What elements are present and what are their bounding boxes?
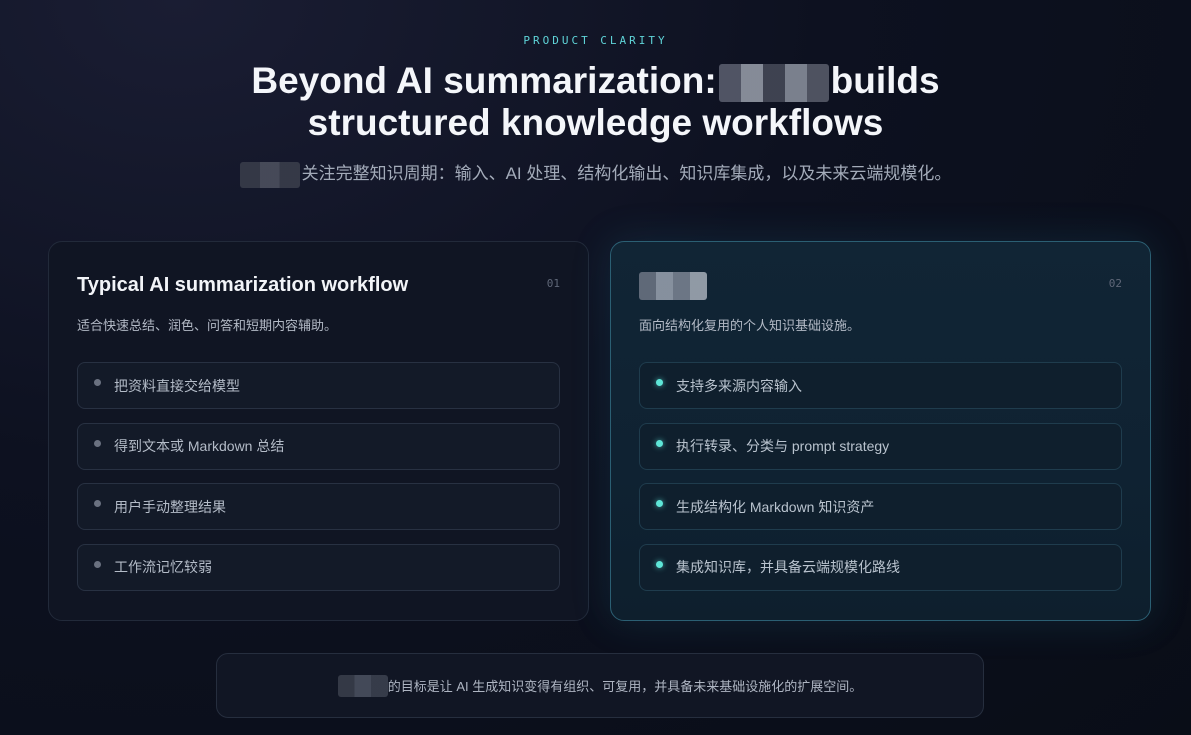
page-subtitle: 关注完整知识周期：输入、AI 处理、结构化输出、知识库集成，以及未来云端规模化。 [0, 159, 1191, 188]
card-description: 面向结构化复用的个人知识基础设施。 [639, 318, 861, 333]
redacted-product-name [337, 674, 388, 697]
card-number: 02 [1108, 277, 1122, 290]
title-line-2: structured knowledge workflows [307, 102, 884, 144]
product-workflow-card: 02 面向结构化复用的个人知识基础设施。 支持多来源内容输入 执行转录、分类与 … [610, 241, 1151, 621]
title-part-2: builds [830, 60, 940, 101]
workflow-step-list: 把资料直接交给模型 得到文本或 Markdown 总结 用户手动整理结果 工作流… [77, 362, 560, 604]
list-item-label: 执行转录、分类与 prompt strategy [676, 438, 890, 454]
list-item-label: 把资料直接交给模型 [114, 377, 240, 394]
list-item: 支持多来源内容输入 [639, 362, 1122, 409]
bullet-dot-icon [656, 500, 663, 507]
card-header: 02 [639, 270, 1122, 300]
bullet-dot-icon [94, 379, 101, 386]
list-item-label: 支持多来源内容输入 [676, 377, 802, 394]
page-title: Beyond AI summarization: builds structure… [0, 60, 1191, 143]
card-title: Typical AI summarization workflow [77, 274, 409, 296]
subtitle-text: 关注完整知识周期：输入、AI 处理、结构化输出、知识库集成，以及未来云端规模化。 [301, 164, 952, 183]
list-item-label: 得到文本或 Markdown 总结 [114, 438, 285, 454]
card-description: 适合快速总结、润色、问答和短期内容辅助。 [77, 318, 338, 333]
list-item-label: 集成知识库，并具备云端规模化路线 [676, 559, 900, 575]
title-part-1: Beyond AI summarization: [251, 60, 717, 101]
list-item: 生成结构化 Markdown 知识资产 [639, 483, 1122, 530]
redacted-product-name [239, 161, 300, 188]
list-item: 集成知识库，并具备云端规模化路线 [639, 543, 1122, 591]
section-eyebrow: PRODUCT CLARITY [523, 34, 668, 47]
list-item: 执行转录、分类与 prompt strategy [639, 422, 1122, 470]
card-title [639, 271, 707, 300]
workflow-step-list: 支持多来源内容输入 执行转录、分类与 prompt strategy 生成结构化… [639, 362, 1122, 604]
card-number: 01 [546, 277, 560, 290]
list-item: 用户手动整理结果 [77, 483, 560, 530]
redacted-product-name [718, 64, 829, 103]
bullet-dot-icon [94, 560, 101, 568]
redacted-product-name [639, 271, 707, 300]
card-header: Typical AI summarization workflow 01 [77, 270, 560, 300]
goal-statement-text: 的目标是让 AI 生成知识变得有组织、可复用，并具备未来基础设施化的扩展空间。 [387, 679, 863, 694]
bullet-dot-icon [94, 500, 101, 507]
list-item: 工作流记忆较弱 [77, 543, 560, 591]
list-item: 把资料直接交给模型 [77, 362, 560, 409]
list-item-label: 用户手动整理结果 [114, 498, 226, 515]
bullet-dot-icon [656, 560, 663, 568]
goal-statement-banner: 的目标是让 AI 生成知识变得有组织、可复用，并具备未来基础设施化的扩展空间。 [216, 653, 984, 718]
bullet-dot-icon [94, 439, 101, 447]
list-item: 得到文本或 Markdown 总结 [77, 422, 560, 470]
typical-workflow-card: Typical AI summarization workflow 01 适合快… [48, 241, 589, 621]
bullet-dot-icon [656, 439, 663, 447]
list-item-label: 生成结构化 Markdown 知识资产 [676, 498, 875, 515]
list-item-label: 工作流记忆较弱 [114, 559, 212, 575]
bullet-dot-icon [656, 379, 663, 386]
